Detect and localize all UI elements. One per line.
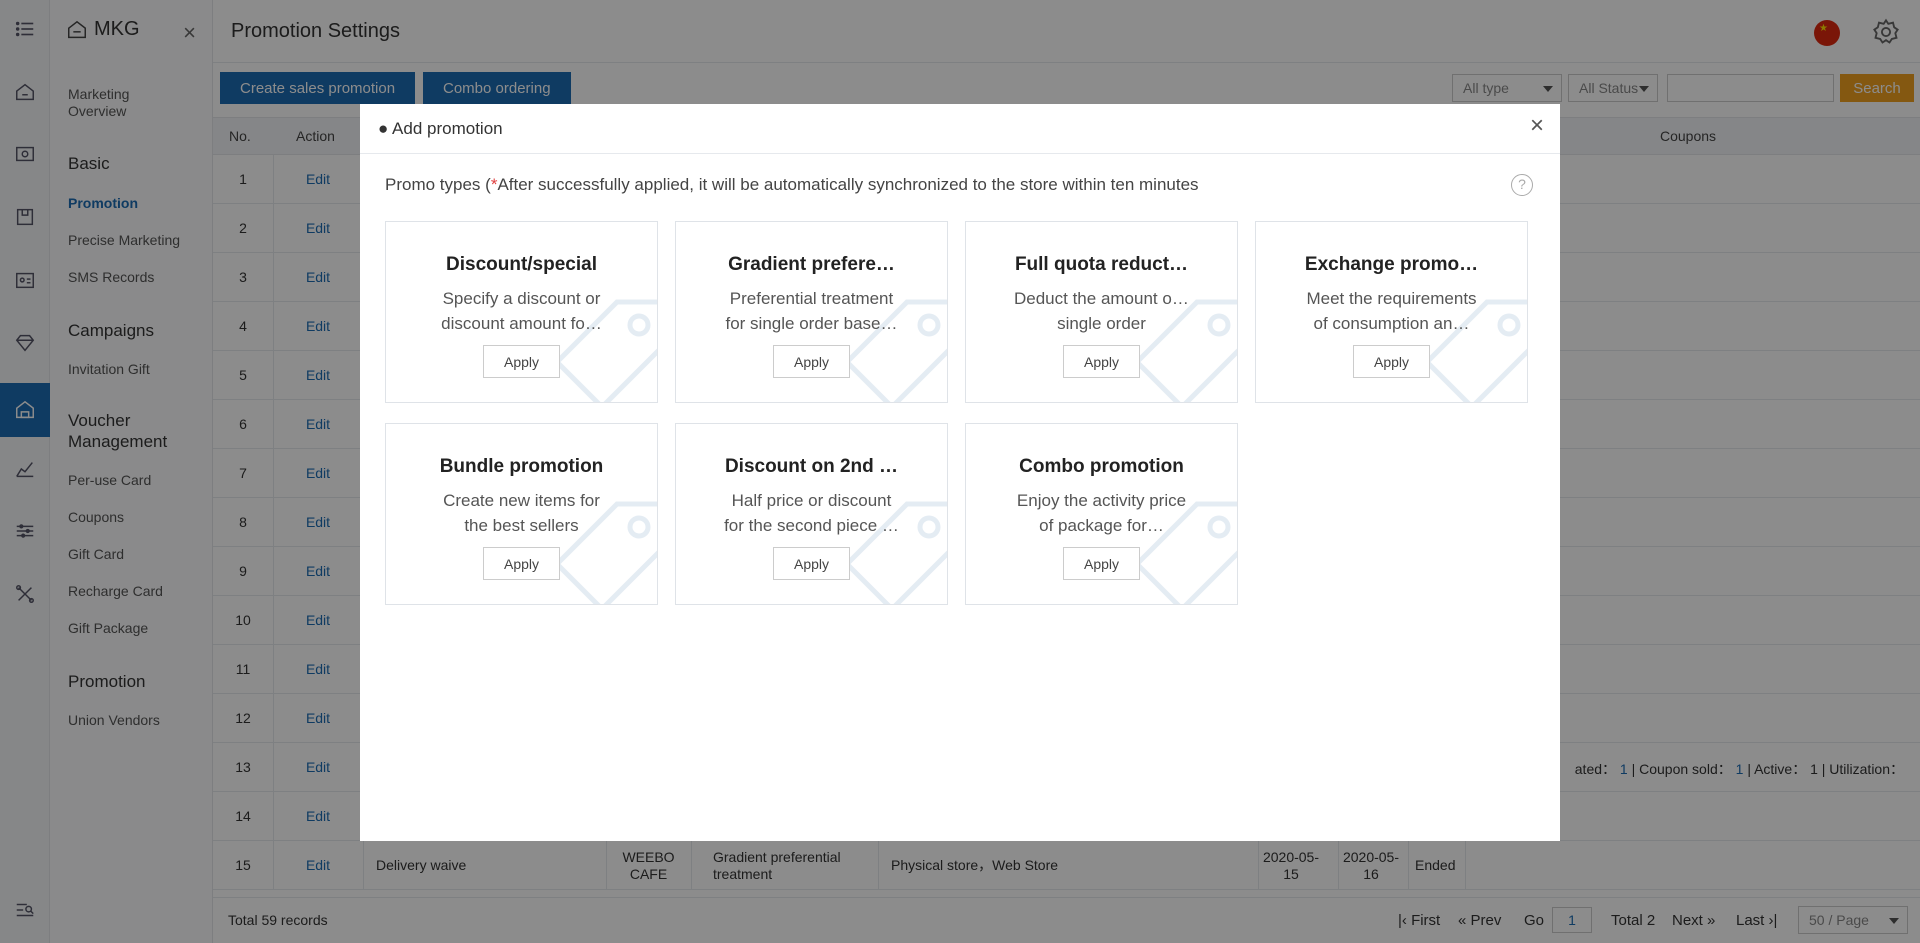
apply-button[interactable]: Apply <box>1353 345 1430 378</box>
promo-card: Exchange promo… Meet the requirements of c… <box>1255 221 1528 403</box>
promo-card: Bundle promotion Create new items for the … <box>385 423 658 605</box>
promo-card: Discount/special Specify a discount or dis… <box>385 221 658 403</box>
promo-card-desc-line2: single order <box>1057 314 1146 333</box>
close-icon[interactable]: × <box>1530 114 1544 138</box>
promo-card-description: Half price or discount for the second pie… <box>724 488 899 538</box>
promo-card-title: Bundle promotion <box>439 456 604 477</box>
modal-title: ● Add promotion <box>378 119 503 138</box>
promo-card-description: Create new items for the best sellers <box>434 488 609 538</box>
promo-card: Discount on 2nd … Half price or discount f… <box>675 423 948 605</box>
promo-card-desc-line1: Preferential treatment <box>729 289 894 308</box>
promo-card: Combo promotion Enjoy the activity price o… <box>965 423 1238 605</box>
promo-card-description: Preferential treatment for single order b… <box>724 286 899 336</box>
promo-card-title: Discount/special <box>446 254 597 275</box>
promo-card-desc-line1: Create new items for <box>443 491 600 510</box>
apply-button[interactable]: Apply <box>773 345 850 378</box>
apply-button[interactable]: Apply <box>773 547 850 580</box>
promo-card-desc-line2: of consumption an… <box>1313 314 1470 333</box>
promo-card-title: Exchange promo… <box>1304 254 1479 275</box>
promo-card-title: Gradient prefere… <box>728 254 895 275</box>
promo-card-title: Combo promotion <box>1019 456 1184 477</box>
hint-text: After successfully applied, it will be a… <box>497 175 1199 194</box>
promo-card-desc-line2: for the second piece … <box>724 516 899 535</box>
promo-card-title: Discount on 2nd … <box>724 456 899 477</box>
promo-card-desc-line2: the best sellers <box>464 516 579 535</box>
hint-prefix: Promo types ( <box>385 175 491 194</box>
promo-card-description: Deduct the amount of a single order <box>1014 286 1189 336</box>
help-icon[interactable]: ? <box>1511 174 1533 196</box>
promo-card-desc-line2: of package for… <box>1039 516 1164 535</box>
promo-card-desc-line1: Enjoy the activity price <box>1016 491 1187 510</box>
promo-card: Full quota reduct… Deduct the amount of a… <box>965 221 1238 403</box>
promo-card-desc-line1: Half price or discount <box>731 491 892 510</box>
promo-card-desc-line1: Specify a discount or <box>442 289 601 308</box>
apply-button[interactable]: Apply <box>483 547 560 580</box>
promo-card-description: Enjoy the activity price of package for… <box>1014 488 1189 538</box>
promo-card-desc-line2: discount amount fo… <box>441 314 602 333</box>
promo-card-title: Full quota reduct… <box>1014 254 1189 275</box>
apply-button[interactable]: Apply <box>483 345 560 378</box>
promo-card-desc-line1: Meet the requirements <box>1306 289 1477 308</box>
modal-header: ● Add promotion × <box>360 104 1560 154</box>
promo-card-description: Meet the requirements of consumption an… <box>1304 286 1479 336</box>
promo-card-desc-line1: Deduct the amount of a <box>1014 289 1189 308</box>
promo-card-description: Specify a discount or discount amount fo… <box>434 286 609 336</box>
promo-types-hint: Promo types (*After successfully applied… <box>385 175 1199 195</box>
apply-button[interactable]: Apply <box>1063 547 1140 580</box>
apply-button[interactable]: Apply <box>1063 345 1140 378</box>
promo-card: Gradient prefere… Preferential treatment f… <box>675 221 948 403</box>
add-promotion-modal: ● Add promotion × Promo types (*After su… <box>360 104 1560 841</box>
promo-card-desc-line2: for single order base… <box>725 314 898 333</box>
